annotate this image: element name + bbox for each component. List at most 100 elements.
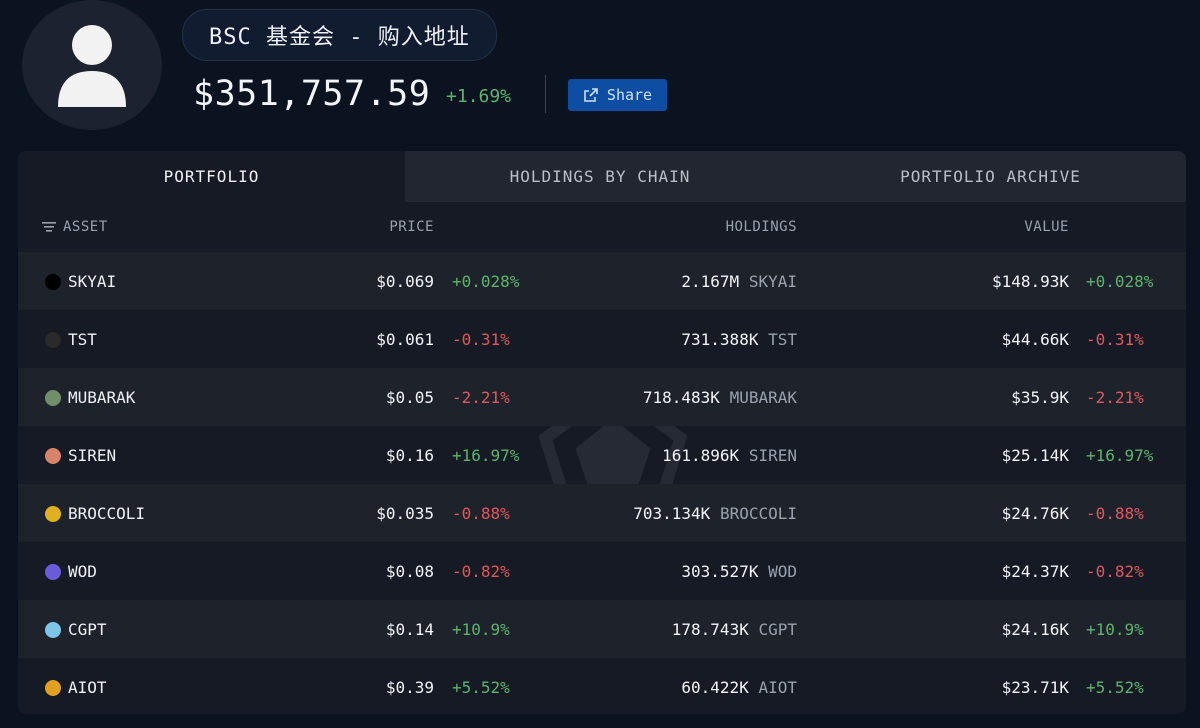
- column-value[interactable]: VALUE: [1024, 219, 1069, 235]
- asset-price: $0.061: [376, 330, 434, 349]
- token-icon: [45, 622, 61, 638]
- price-change: -0.82%: [452, 562, 510, 581]
- total-change: +1.69%: [446, 86, 512, 107]
- value-change: +10.9%: [1086, 620, 1144, 639]
- asset-symbol[interactable]: CGPT: [68, 620, 107, 639]
- user-icon: [58, 25, 126, 107]
- table-row[interactable]: AIOT $0.39 +5.52% 60.422K AIOT $23.71K +5.52%: [18, 658, 1186, 714]
- tab-holdings-by-chain[interactable]: HOLDINGS BY CHAIN: [405, 151, 795, 202]
- price-change: +0.028%: [452, 272, 520, 291]
- holdings-symbol: WOD: [768, 562, 797, 581]
- tab-bar: PORTFOLIO HOLDINGS BY CHAIN PORTFOLIO AR…: [18, 151, 1186, 202]
- table-row[interactable]: CGPT $0.14 +10.9% 178.743K CGPT $24.16K +10.9…: [18, 600, 1186, 658]
- holdings: 178.743K CGPT: [672, 620, 797, 639]
- table-header: ASSET PRICE HOLDINGS VALUE: [18, 202, 1186, 252]
- token-icon: [45, 564, 61, 580]
- holdings-symbol: AIOT: [758, 678, 797, 697]
- price-change: +16.97%: [452, 446, 520, 465]
- asset-price: $0.035: [376, 504, 434, 523]
- holdings-amount: 2.167M: [681, 272, 740, 291]
- token-icon: [45, 506, 61, 522]
- asset-table: SKYAI $0.069 +0.028% 2.167M SKYAI $148.93K +0…: [18, 252, 1186, 714]
- holdings: 60.422K AIOT: [681, 678, 797, 697]
- holdings: 718.483K MUBARAK: [643, 388, 797, 407]
- token-icon: [45, 680, 61, 696]
- asset-value: $23.71K: [1001, 678, 1069, 697]
- value-change: -2.21%: [1086, 388, 1144, 407]
- table-row[interactable]: TST $0.061 -0.31% 731.388K TST $44.66K -0.31%: [18, 310, 1186, 368]
- holdings: 703.134K BROCCOLI: [633, 504, 797, 523]
- holdings-amount: 60.422K: [681, 678, 749, 697]
- price-change: -0.88%: [452, 504, 510, 523]
- holdings-amount: 731.388K: [681, 330, 759, 349]
- asset-price: $0.08: [385, 562, 434, 581]
- value-change: +0.028%: [1086, 272, 1154, 291]
- asset-value: $35.9K: [1011, 388, 1069, 407]
- holdings-symbol: MUBARAK: [729, 388, 797, 407]
- holdings-amount: 718.483K: [642, 388, 720, 407]
- asset-symbol[interactable]: TST: [68, 330, 97, 349]
- holdings-symbol: SIREN: [748, 446, 797, 465]
- holdings-symbol: SKYAI: [748, 272, 797, 291]
- holdings-symbol: CGPT: [758, 620, 797, 639]
- asset-value: $44.66K: [1001, 330, 1069, 349]
- asset-price: $0.14: [385, 620, 434, 639]
- asset-symbol[interactable]: MUBARAK: [68, 388, 135, 407]
- column-price[interactable]: PRICE: [389, 219, 434, 235]
- table-row[interactable]: BROCCOLI $0.035 -0.88% 703.134K BROCCOLI $24…: [18, 484, 1186, 542]
- asset-value: $148.93K: [991, 272, 1069, 291]
- asset-price: $0.05: [385, 388, 434, 407]
- asset-price: $0.16: [385, 446, 434, 465]
- column-holdings[interactable]: HOLDINGS: [726, 219, 797, 235]
- value-change: -0.31%: [1086, 330, 1144, 349]
- tab-portfolio-archive[interactable]: PORTFOLIO ARCHIVE: [795, 151, 1186, 202]
- holdings-symbol: BROCCOLI: [719, 504, 797, 523]
- asset-symbol[interactable]: SIREN: [68, 446, 116, 465]
- asset-value: $25.14K: [1001, 446, 1069, 465]
- asset-symbol[interactable]: AIOT: [68, 678, 107, 697]
- asset-symbol[interactable]: WOD: [68, 562, 97, 581]
- value-change: +5.52%: [1086, 678, 1144, 697]
- holdings: 2.167M SKYAI: [681, 272, 797, 291]
- token-icon: [45, 448, 61, 464]
- asset-value: $24.37K: [1001, 562, 1069, 581]
- table-row[interactable]: SKYAI $0.069 +0.028% 2.167M SKYAI $148.93K +0…: [18, 252, 1186, 310]
- external-link-icon: [584, 88, 598, 102]
- table-row[interactable]: SIREN $0.16 +16.97% 161.896K SIREN $25.14K +1…: [18, 426, 1186, 484]
- asset-symbol[interactable]: SKYAI: [68, 272, 116, 291]
- holdings: 731.388K TST: [681, 330, 797, 349]
- token-icon: [45, 390, 61, 406]
- sort-icon[interactable]: [42, 222, 56, 232]
- value-change: -0.82%: [1086, 562, 1144, 581]
- avatar: [22, 0, 162, 130]
- portfolio-panel: PORTFOLIO HOLDINGS BY CHAIN PORTFOLIO AR…: [18, 151, 1186, 714]
- token-icon: [45, 332, 61, 348]
- portfolio-title: BSC 基金会 - 购入地址: [182, 9, 497, 61]
- table-row[interactable]: MUBARAK $0.05 -2.21% 718.483K MUBARAK $35.9K…: [18, 368, 1186, 426]
- asset-price: $0.069: [376, 272, 434, 291]
- price-change: +10.9%: [452, 620, 510, 639]
- table-row[interactable]: WOD $0.08 -0.82% 303.527K WOD $24.37K -0.82%: [18, 542, 1186, 600]
- column-asset[interactable]: ASSET: [63, 219, 108, 235]
- holdings: 303.527K WOD: [681, 562, 797, 581]
- asset-price: $0.39: [385, 678, 434, 697]
- holdings: 161.896K SIREN: [662, 446, 797, 465]
- price-change: -2.21%: [452, 388, 510, 407]
- asset-value: $24.16K: [1001, 620, 1069, 639]
- value-change: -0.88%: [1086, 504, 1144, 523]
- share-button[interactable]: Share: [568, 79, 667, 111]
- divider: [545, 75, 546, 113]
- share-label: Share: [606, 86, 653, 104]
- holdings-amount: 178.743K: [671, 620, 749, 639]
- value-change: +16.97%: [1086, 446, 1154, 465]
- asset-value: $24.76K: [1001, 504, 1069, 523]
- holdings-symbol: TST: [768, 330, 797, 349]
- price-change: +5.52%: [452, 678, 510, 697]
- asset-symbol[interactable]: BROCCOLI: [68, 504, 145, 523]
- holdings-amount: 161.896K: [662, 446, 740, 465]
- price-change: -0.31%: [452, 330, 510, 349]
- total-value: $351,757.59: [193, 74, 431, 114]
- holdings-amount: 303.527K: [681, 562, 759, 581]
- tab-portfolio[interactable]: PORTFOLIO: [18, 151, 405, 202]
- holdings-amount: 703.134K: [633, 504, 711, 523]
